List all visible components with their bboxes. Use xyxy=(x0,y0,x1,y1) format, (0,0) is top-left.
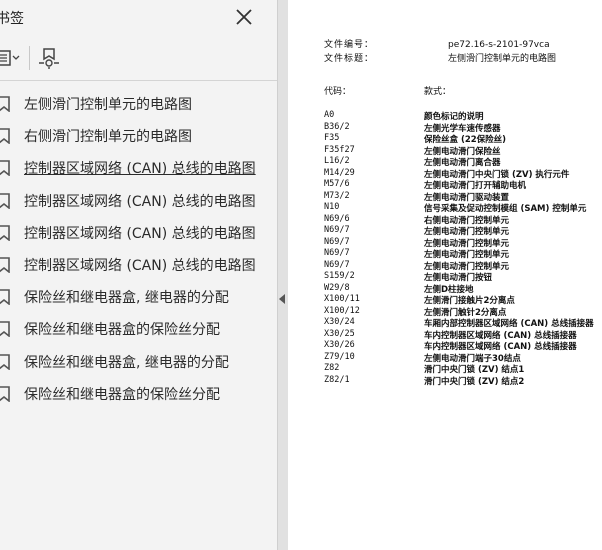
part-description: 颜色标记的说明 xyxy=(424,112,484,122)
part-description: 滑门中央门锁 (ZV) 结点2 xyxy=(424,376,525,387)
bookmark-icon xyxy=(0,192,11,210)
bookmark-icon xyxy=(0,321,11,338)
part-code: W29/8 xyxy=(324,282,350,293)
bookmarks-panel: 书签 左侧滑门控制单元的电路图 右侧滑门控制单元的电路图 控制器区域网络 (CA… xyxy=(0,0,277,550)
bookmark-icon xyxy=(0,385,11,403)
code-column-header: 代码： xyxy=(324,87,352,97)
part-code: S159/2 xyxy=(324,271,355,281)
options-menu-icon[interactable] xyxy=(0,46,20,70)
part-code: M14/29 xyxy=(324,167,355,178)
part-description: 左侧D柱接地 xyxy=(424,284,474,295)
part-code: A0 xyxy=(324,110,335,120)
bookmark-item[interactable]: 左侧滑门控制单元的电路图 xyxy=(0,88,277,120)
part-description: 左侧光学车速传感器 xyxy=(424,123,501,134)
part-code: X30/25 xyxy=(324,328,355,339)
bookmark-label: 控制器区域网络 (CAN) 总线的电路图 xyxy=(24,257,256,274)
bookmark-item[interactable]: 保险丝和继电器盒, 继电器的分配 xyxy=(0,346,277,378)
close-icon[interactable] xyxy=(234,7,254,27)
bookmark-icon xyxy=(0,257,11,274)
part-code: F35f27 xyxy=(324,144,355,155)
part-description: 左侧电动滑门控制单元 xyxy=(424,250,510,260)
toolbar-separator xyxy=(29,46,30,70)
file-number-label: 文件编号： xyxy=(324,40,375,50)
collapse-arrow-icon[interactable] xyxy=(279,294,285,304)
find-bookmark-icon[interactable] xyxy=(36,46,62,70)
bookmark-icon xyxy=(0,289,11,306)
bookmark-label: 保险丝和继电器盒的保险丝分配 xyxy=(24,386,220,403)
file-title-label: 文件标题： xyxy=(324,54,375,64)
bookmark-item[interactable]: 保险丝和继电器盒的保险丝分配 xyxy=(0,313,277,345)
bookmark-label: 控制器区域网络 (CAN) 总线的电路图 xyxy=(24,193,256,210)
bookmarks-toolbar xyxy=(0,38,277,78)
part-code: N69/7 xyxy=(324,236,350,247)
bookmark-item[interactable]: 控制器区域网络 (CAN) 总线的电路图 xyxy=(0,249,277,281)
bookmark-icon xyxy=(0,353,11,371)
part-description: 左侧电动滑门中央门锁 (ZV) 执行元件 xyxy=(424,169,570,180)
part-code: N69/7 xyxy=(324,259,350,270)
panel-title: 书签 xyxy=(0,11,24,27)
bookmark-label: 保险丝和继电器盒, 继电器的分配 xyxy=(24,290,229,307)
bookmark-icon xyxy=(0,224,11,242)
part-code: X100/12 xyxy=(324,305,360,316)
bookmark-item[interactable]: 控制器区域网络 (CAN) 总线的电路图 xyxy=(0,185,277,217)
bookmark-item[interactable]: 控制器区域网络 (CAN) 总线的电路图 xyxy=(0,152,277,184)
part-code: N10 xyxy=(324,202,340,212)
part-code: N69/7 xyxy=(324,225,350,235)
desc-column-header: 款式： xyxy=(424,87,452,97)
part-description: 左侧电动滑门控制单元 xyxy=(424,261,510,272)
part-code: F35 xyxy=(324,133,340,143)
bookmark-item[interactable]: 右侧滑门控制单元的电路图 xyxy=(0,120,277,152)
part-description: 左侧电动滑门离合器 xyxy=(424,158,501,168)
part-description: 左侧电动滑门控制单元 xyxy=(424,238,510,249)
part-code: Z82/1 xyxy=(324,374,350,385)
bookmark-icon xyxy=(0,128,11,145)
bookmark-label: 左侧滑门控制单元的电路图 xyxy=(24,97,192,113)
bookmark-icon xyxy=(0,96,11,113)
bookmark-list: 左侧滑门控制单元的电路图 右侧滑门控制单元的电路图 控制器区域网络 (CAN) … xyxy=(0,88,277,410)
part-code: Z79/10 xyxy=(324,351,355,362)
panel-divider xyxy=(0,80,277,81)
part-description: 左侧电动滑门保险丝 xyxy=(424,146,501,157)
part-code: L16/2 xyxy=(324,156,350,166)
part-description: 左侧滑门接触片2分离点 xyxy=(424,296,515,306)
bookmark-label: 控制器区域网络 (CAN) 总线的电路图 xyxy=(24,225,256,242)
part-description: 车厢内部控制器区域网络 (CAN) 总线插接器 xyxy=(424,319,594,329)
part-description: 左侧滑门触针2分离点 xyxy=(424,307,507,318)
bookmark-item[interactable]: 控制器区域网络 (CAN) 总线的电路图 xyxy=(0,217,277,249)
part-code: X30/26 xyxy=(324,340,355,350)
file-number-value: pe72.16-s-2101-97vca xyxy=(448,40,550,50)
bookmark-label: 右侧滑门控制单元的电路图 xyxy=(24,129,192,146)
part-code: M73/2 xyxy=(324,190,350,201)
part-description: 车内控制器区域网络 (CAN) 总线插接器 xyxy=(424,330,577,341)
bookmark-icon xyxy=(0,160,11,178)
panel-resize-strip[interactable] xyxy=(277,0,288,550)
part-code: M57/6 xyxy=(324,179,350,189)
part-code: X30/24 xyxy=(324,317,355,327)
part-description: 信号采集及促动控制模组 (SAM) 控制单元 xyxy=(424,204,587,214)
file-title-value: 左侧滑门控制单元的电路图 xyxy=(448,54,557,64)
part-description: 左侧电动滑门驱动装置 xyxy=(424,192,510,203)
document-page: 文件编号： pe72.16-s-2101-97vca 文件标题： 左侧滑门控制单… xyxy=(288,0,602,550)
part-description: 右侧电动滑门控制单元 xyxy=(424,215,510,226)
bookmark-item[interactable]: 保险丝和继电器盒的保险丝分配 xyxy=(0,378,277,410)
part-description: 保险丝盒 (22保险丝) xyxy=(424,135,507,145)
part-description: 左侧电动滑门打开辅助电机 xyxy=(424,181,527,191)
part-description: 左侧电动滑门按钮 xyxy=(424,273,493,283)
part-code: B36/2 xyxy=(324,121,350,132)
part-description: 滑门中央门锁 (ZV) 结点1 xyxy=(424,365,525,375)
bookmarks-panel-header: 书签 xyxy=(0,0,277,34)
bookmark-label: 控制器区域网络 (CAN) 总线的电路图 xyxy=(24,161,256,178)
part-code: N69/6 xyxy=(324,213,350,224)
part-description: 左侧电动滑门控制单元 xyxy=(424,227,510,237)
part-code: Z82 xyxy=(324,363,340,373)
part-description: 车内控制器区域网络 (CAN) 总线插接器 xyxy=(424,342,577,352)
part-description: 左侧电动滑门端子30结点 xyxy=(424,353,521,364)
part-code: X100/11 xyxy=(324,294,360,304)
bookmark-label: 保险丝和继电器盒, 继电器的分配 xyxy=(24,354,229,371)
bookmark-item[interactable]: 保险丝和继电器盒, 继电器的分配 xyxy=(0,281,277,313)
bookmark-label: 保险丝和继电器盒的保险丝分配 xyxy=(24,322,220,339)
part-code: N69/7 xyxy=(324,248,350,258)
